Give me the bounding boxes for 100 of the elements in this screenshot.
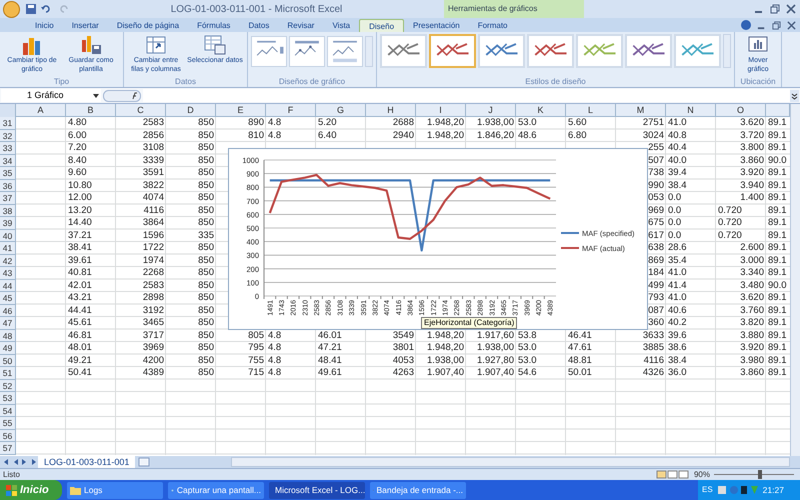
row-number[interactable]: 41 [0, 242, 16, 254]
sheet-navigation-icon[interactable] [2, 458, 38, 466]
table-cell: 3339 [142, 154, 164, 167]
chart-area[interactable] [228, 148, 648, 330]
ribbon-tab[interactable]: Inicio [26, 19, 63, 32]
zoom-slider-thumb[interactable] [758, 470, 762, 479]
column-header[interactable]: L [566, 104, 616, 116]
chart-style-thumbnail[interactable] [380, 34, 427, 68]
sheet-tab[interactable]: LOG-01-003-011-001 [38, 456, 136, 468]
row-number[interactable]: 49 [0, 342, 16, 354]
ribbon-tab[interactable]: Fórmulas [188, 19, 240, 32]
formula-input[interactable] [143, 89, 790, 102]
zoom-slider[interactable] [714, 470, 794, 479]
row-number[interactable]: 45 [0, 292, 16, 304]
chart-style-thumbnail[interactable] [674, 34, 721, 68]
zoom-level[interactable]: 90% [694, 469, 710, 480]
column-header[interactable]: D [166, 104, 216, 116]
table-cell: 54.6 [518, 367, 536, 380]
function-icon[interactable] [103, 90, 141, 102]
taskbar-button[interactable]: Bandeja de entrada -... [370, 482, 466, 498]
row-number[interactable]: 40 [0, 230, 16, 242]
row-number[interactable]: 33 [0, 142, 16, 154]
ribbon-tab[interactable]: Insertar [62, 19, 108, 32]
chart-layout-thumbnail[interactable] [289, 36, 325, 67]
row-number[interactable]: 51 [0, 367, 16, 380]
column-header[interactable]: C [116, 104, 166, 116]
row-number[interactable]: 55 [0, 417, 16, 430]
table-cell: 4116 [144, 204, 164, 217]
row-number[interactable]: 54 [0, 404, 16, 417]
row-number[interactable]: 43 [0, 267, 16, 280]
ribbon-tab[interactable]: Datos [239, 19, 278, 32]
restore-icon[interactable] [772, 20, 781, 30]
row-number[interactable]: 34 [0, 154, 16, 167]
ribbon-tab[interactable]: Formato [468, 19, 517, 32]
close-icon[interactable] [786, 4, 796, 14]
row-number[interactable]: 37 [0, 192, 16, 204]
column-header[interactable]: K [516, 104, 566, 116]
table-cell: 2583 [142, 117, 164, 130]
ribbon-tab[interactable]: Diseño de página [108, 19, 188, 32]
chart-style-thumbnail[interactable] [625, 34, 672, 68]
row-number[interactable]: 42 [0, 254, 16, 267]
column-header[interactable]: F [266, 104, 316, 116]
restore-icon[interactable] [770, 4, 780, 14]
row-number[interactable]: 47 [0, 317, 16, 330]
office-button[interactable] [3, 0, 20, 18]
table-cell: 7.20 [68, 142, 86, 154]
row-number[interactable]: 48 [0, 330, 16, 342]
column-header[interactable]: N [666, 104, 716, 116]
row-number[interactable]: 39 [0, 217, 16, 230]
column-header[interactable]: H [366, 104, 416, 116]
ribbon-tab[interactable]: Diseño [359, 19, 404, 32]
column-header[interactable]: A [16, 104, 66, 116]
row-number[interactable]: 31 [0, 117, 16, 130]
table-cell: 850 [198, 217, 214, 230]
row-number[interactable]: 50 [0, 354, 16, 367]
column-header[interactable]: O [716, 104, 766, 116]
taskbar-button[interactable]: Capturar una pantall... [168, 482, 264, 498]
column-header[interactable]: J [466, 104, 516, 116]
column-header[interactable]: B [66, 104, 116, 116]
horizontal-scrollbar[interactable] [231, 457, 790, 467]
name-box[interactable]: 1 Gráfico [1, 89, 101, 102]
column-header[interactable]: G [316, 104, 366, 116]
close-icon[interactable] [787, 20, 796, 30]
ribbon-tab[interactable]: Presentación [404, 19, 469, 32]
tray-icons[interactable] [716, 485, 759, 495]
ribbon-tab[interactable]: Vista [323, 19, 360, 32]
chart-style-thumbnail[interactable] [576, 34, 623, 68]
view-buttons-icon[interactable] [656, 470, 690, 479]
new-sheet-icon[interactable] [137, 457, 152, 467]
chart-style-thumbnail[interactable] [527, 34, 574, 68]
chart-layout-thumbnail[interactable] [327, 36, 363, 67]
column-header[interactable]: M [616, 104, 666, 116]
taskbar-button[interactable]: Microsoft Excel - LOG... [269, 482, 365, 498]
row-number[interactable]: 32 [0, 130, 16, 142]
vertical-scrollbar[interactable] [790, 104, 800, 456]
chart-layout-thumbnail[interactable] [251, 36, 287, 67]
row-number[interactable]: 36 [0, 180, 16, 192]
table-cell: 3.720 [740, 130, 764, 142]
row-number[interactable]: 38 [0, 204, 16, 217]
row-number[interactable]: 46 [0, 304, 16, 317]
row-number[interactable]: 57 [0, 442, 16, 454]
row-number[interactable]: 44 [0, 280, 16, 292]
table-cell: 850 [198, 192, 214, 204]
ribbon-tab[interactable]: Revisar [278, 19, 324, 32]
table-cell: 2268 [142, 267, 164, 280]
row-number[interactable]: 53 [0, 392, 16, 404]
undo-icon[interactable] [41, 4, 51, 14]
column-header[interactable]: I [416, 104, 466, 116]
row-number[interactable]: 35 [0, 167, 16, 180]
save-icon[interactable] [26, 4, 36, 14]
column-header[interactable]: E [216, 104, 266, 116]
table-cell: 2583 [142, 280, 164, 292]
expand-icon[interactable] [790, 90, 799, 102]
chart-style-thumbnail[interactable] [429, 34, 476, 68]
taskbar-button[interactable]: Logs [67, 482, 163, 498]
help-icon[interactable] [741, 20, 751, 30]
row-number[interactable]: 52 [0, 380, 16, 392]
start-button[interactable]: Inicio [0, 480, 62, 500]
chart-style-thumbnail[interactable] [478, 34, 525, 68]
row-number[interactable]: 56 [0, 430, 16, 442]
